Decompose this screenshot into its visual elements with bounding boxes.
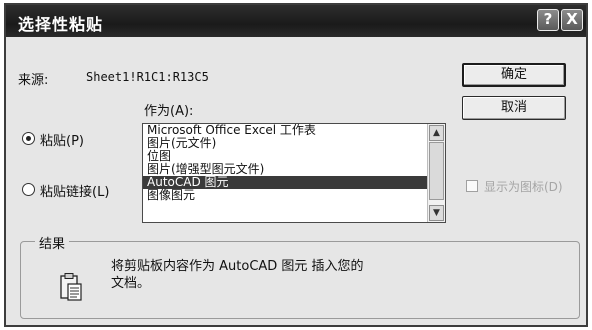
list-item[interactable]: 图像图元: [143, 189, 445, 202]
dialog-title: 选择性粘贴: [18, 15, 104, 34]
title-bar: 选择性粘贴 ? X: [6, 5, 586, 37]
result-text-line2: 文档。: [111, 276, 151, 291]
paste-special-dialog: 选择性粘贴 ? X 来源: Sheet1!R1C1:R13C5 作为(A): 粘…: [4, 3, 588, 327]
radio-dot: [26, 136, 31, 141]
result-legend: 结果: [35, 233, 70, 252]
paste-radio[interactable]: [22, 132, 35, 145]
help-button[interactable]: ?: [537, 9, 559, 31]
source-label: 来源:: [18, 73, 49, 88]
scroll-down-icon[interactable]: ▼: [429, 205, 444, 221]
clipboard-icon: [60, 273, 82, 301]
ok-button[interactable]: 确定: [462, 63, 566, 87]
list-scrollbar[interactable]: ▲ ▼: [427, 124, 445, 222]
paste-link-radio[interactable]: [22, 183, 35, 196]
paste-radio-label[interactable]: 粘贴(P): [40, 130, 84, 149]
result-group: 结果 将剪贴板内容作为 AutoCAD 图元 插入您的 文档。: [20, 233, 580, 319]
display-as-icon-checkbox[interactable]: [466, 180, 478, 192]
scroll-thumb[interactable]: [429, 142, 444, 200]
paste-link-radio-label[interactable]: 粘贴链接(L): [40, 181, 109, 200]
list-item[interactable]: 图片(元文件): [143, 137, 445, 150]
cancel-button[interactable]: 取消: [462, 96, 566, 120]
scroll-up-icon[interactable]: ▲: [429, 125, 444, 141]
close-button[interactable]: X: [561, 9, 583, 31]
display-as-icon-label[interactable]: 显示为图标(D): [484, 178, 563, 195]
source-value: Sheet1!R1C1:R13C5: [86, 70, 209, 84]
as-listbox[interactable]: Microsoft Office Excel 工作表 图片(元文件) 位图 图片…: [142, 123, 446, 223]
as-label: 作为(A):: [144, 104, 194, 119]
